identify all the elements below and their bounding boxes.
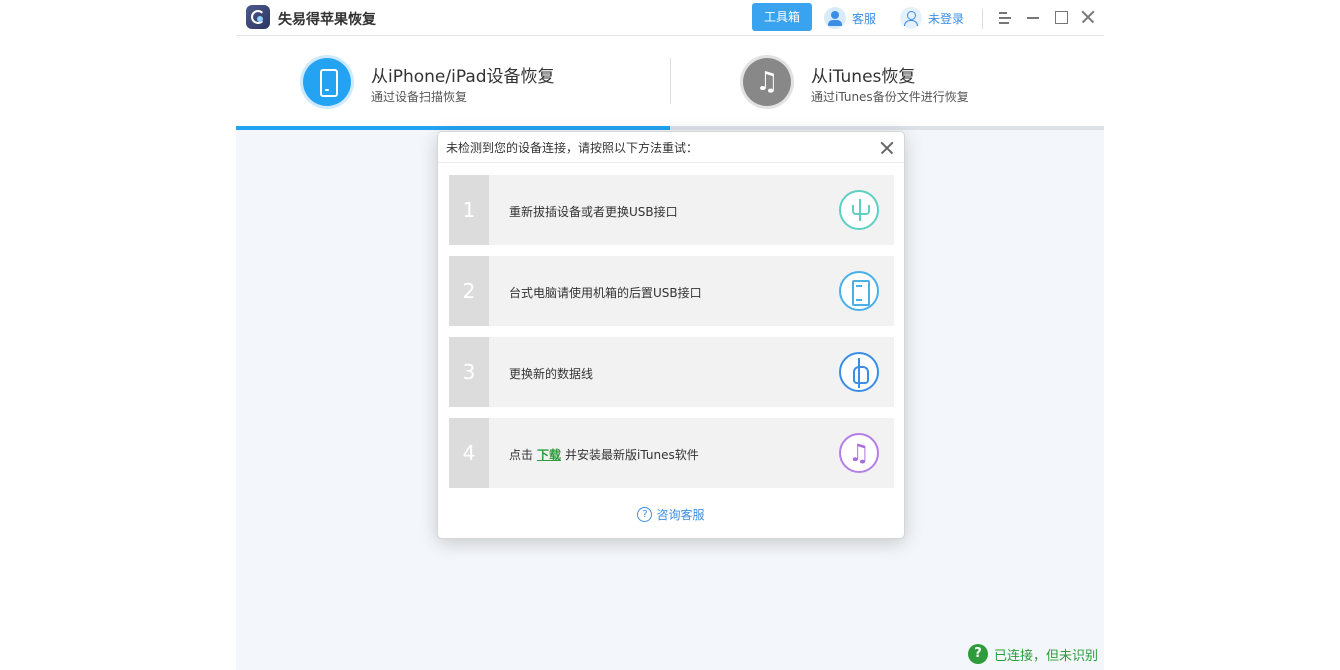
step-text: 台式电脑请使用机箱的后置USB接口: [509, 286, 702, 300]
step-item: 2 台式电脑请使用机箱的后置USB接口: [449, 256, 894, 326]
itunes-recovery-title: 从iTunes恢复: [811, 67, 916, 87]
device-recovery-title: 从iPhone/iPad设备恢复: [371, 67, 555, 87]
customer-service-button[interactable]: 客服: [824, 6, 876, 30]
step-text: 更换新的数据线: [509, 367, 594, 381]
dialog-title: 未检测到您的设备连接，请按照以下方法重试：: [446, 141, 699, 155]
step-text-before: 点击: [509, 448, 534, 462]
step-text: 重新拔插设备或者更换USB接口: [509, 205, 678, 219]
login-button[interactable]: 未登录: [900, 6, 964, 30]
desktop-tower-icon: [839, 271, 879, 311]
download-itunes-link[interactable]: 下载: [537, 448, 561, 462]
device-recovery-subtitle: 通过设备扫描恢复: [371, 90, 468, 104]
consult-service-label: 咨询客服: [656, 508, 705, 522]
step-item: 3 更换新的数据线: [449, 337, 894, 407]
toolbox-button[interactable]: 工具箱: [752, 3, 812, 31]
login-label: 未登录: [928, 11, 965, 26]
step-text: 点击 下载 并安装最新版iTunes软件: [509, 446, 699, 463]
user-icon: [900, 7, 922, 29]
dialog-header: 未检测到您的设备连接，请按照以下方法重试：: [438, 132, 904, 163]
consult-service-link[interactable]: ? 咨询客服: [438, 504, 904, 523]
step-number: 1: [449, 175, 489, 245]
step-text-after: 并安装最新版iTunes软件: [565, 448, 699, 462]
maximize-icon[interactable]: [1052, 8, 1070, 26]
title-bar: 失易得苹果恢复 工具箱 客服 未登录: [236, 0, 1104, 36]
itunes-icon: ♫: [839, 433, 879, 473]
menu-icon[interactable]: [996, 8, 1014, 26]
tab-itunes-recovery[interactable]: ♫ 从iTunes恢复 通过iTunes备份文件进行恢复: [670, 36, 1104, 130]
titlebar-divider: [982, 9, 983, 29]
usb-icon: [839, 190, 879, 230]
device-not-detected-dialog: 未检测到您的设备连接，请按照以下方法重试： 1 重新拔插设备或者更换USB接口 …: [437, 131, 905, 539]
cable-icon: [839, 352, 879, 392]
phone-icon: [303, 58, 351, 106]
step-number: 4: [449, 418, 489, 488]
customer-service-icon: [824, 7, 846, 29]
question-icon: ?: [637, 507, 653, 522]
minimize-icon[interactable]: [1024, 8, 1042, 26]
tab-device-recovery[interactable]: 从iPhone/iPad设备恢复 通过设备扫描恢复: [236, 36, 670, 130]
customer-service-label: 客服: [852, 11, 877, 26]
connection-status[interactable]: ? 已连接，但未识别: [967, 644, 1098, 664]
step-item: 1 重新拔插设备或者更换USB接口: [449, 175, 894, 245]
close-window-icon[interactable]: [1079, 8, 1097, 26]
step-item: 4 点击 下载 并安装最新版iTunes软件 ♫: [449, 418, 894, 488]
music-note-icon: ♫: [743, 58, 791, 106]
connection-status-text: 已连接，但未识别: [993, 648, 1098, 664]
itunes-recovery-subtitle: 通过iTunes备份文件进行恢复: [811, 90, 969, 104]
help-icon: ?: [967, 644, 988, 664]
close-dialog-icon[interactable]: [879, 140, 895, 156]
app-logo-icon: [246, 5, 270, 29]
step-number: 3: [449, 337, 489, 407]
app-title: 失易得苹果恢复: [278, 12, 376, 28]
step-number: 2: [449, 256, 489, 326]
